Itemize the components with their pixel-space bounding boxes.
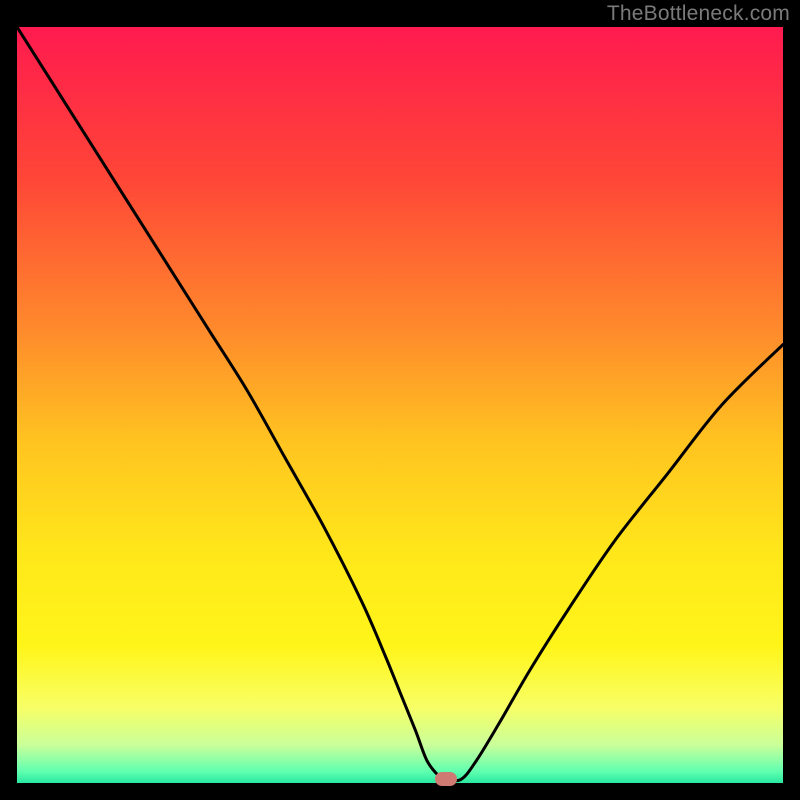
plot-background <box>17 27 783 783</box>
min-point-marker <box>435 772 457 786</box>
chart-frame: TheBottleneck.com <box>0 0 800 800</box>
bottleneck-plot <box>17 27 783 783</box>
watermark-text: TheBottleneck.com <box>607 2 790 26</box>
plot-svg <box>17 27 783 783</box>
